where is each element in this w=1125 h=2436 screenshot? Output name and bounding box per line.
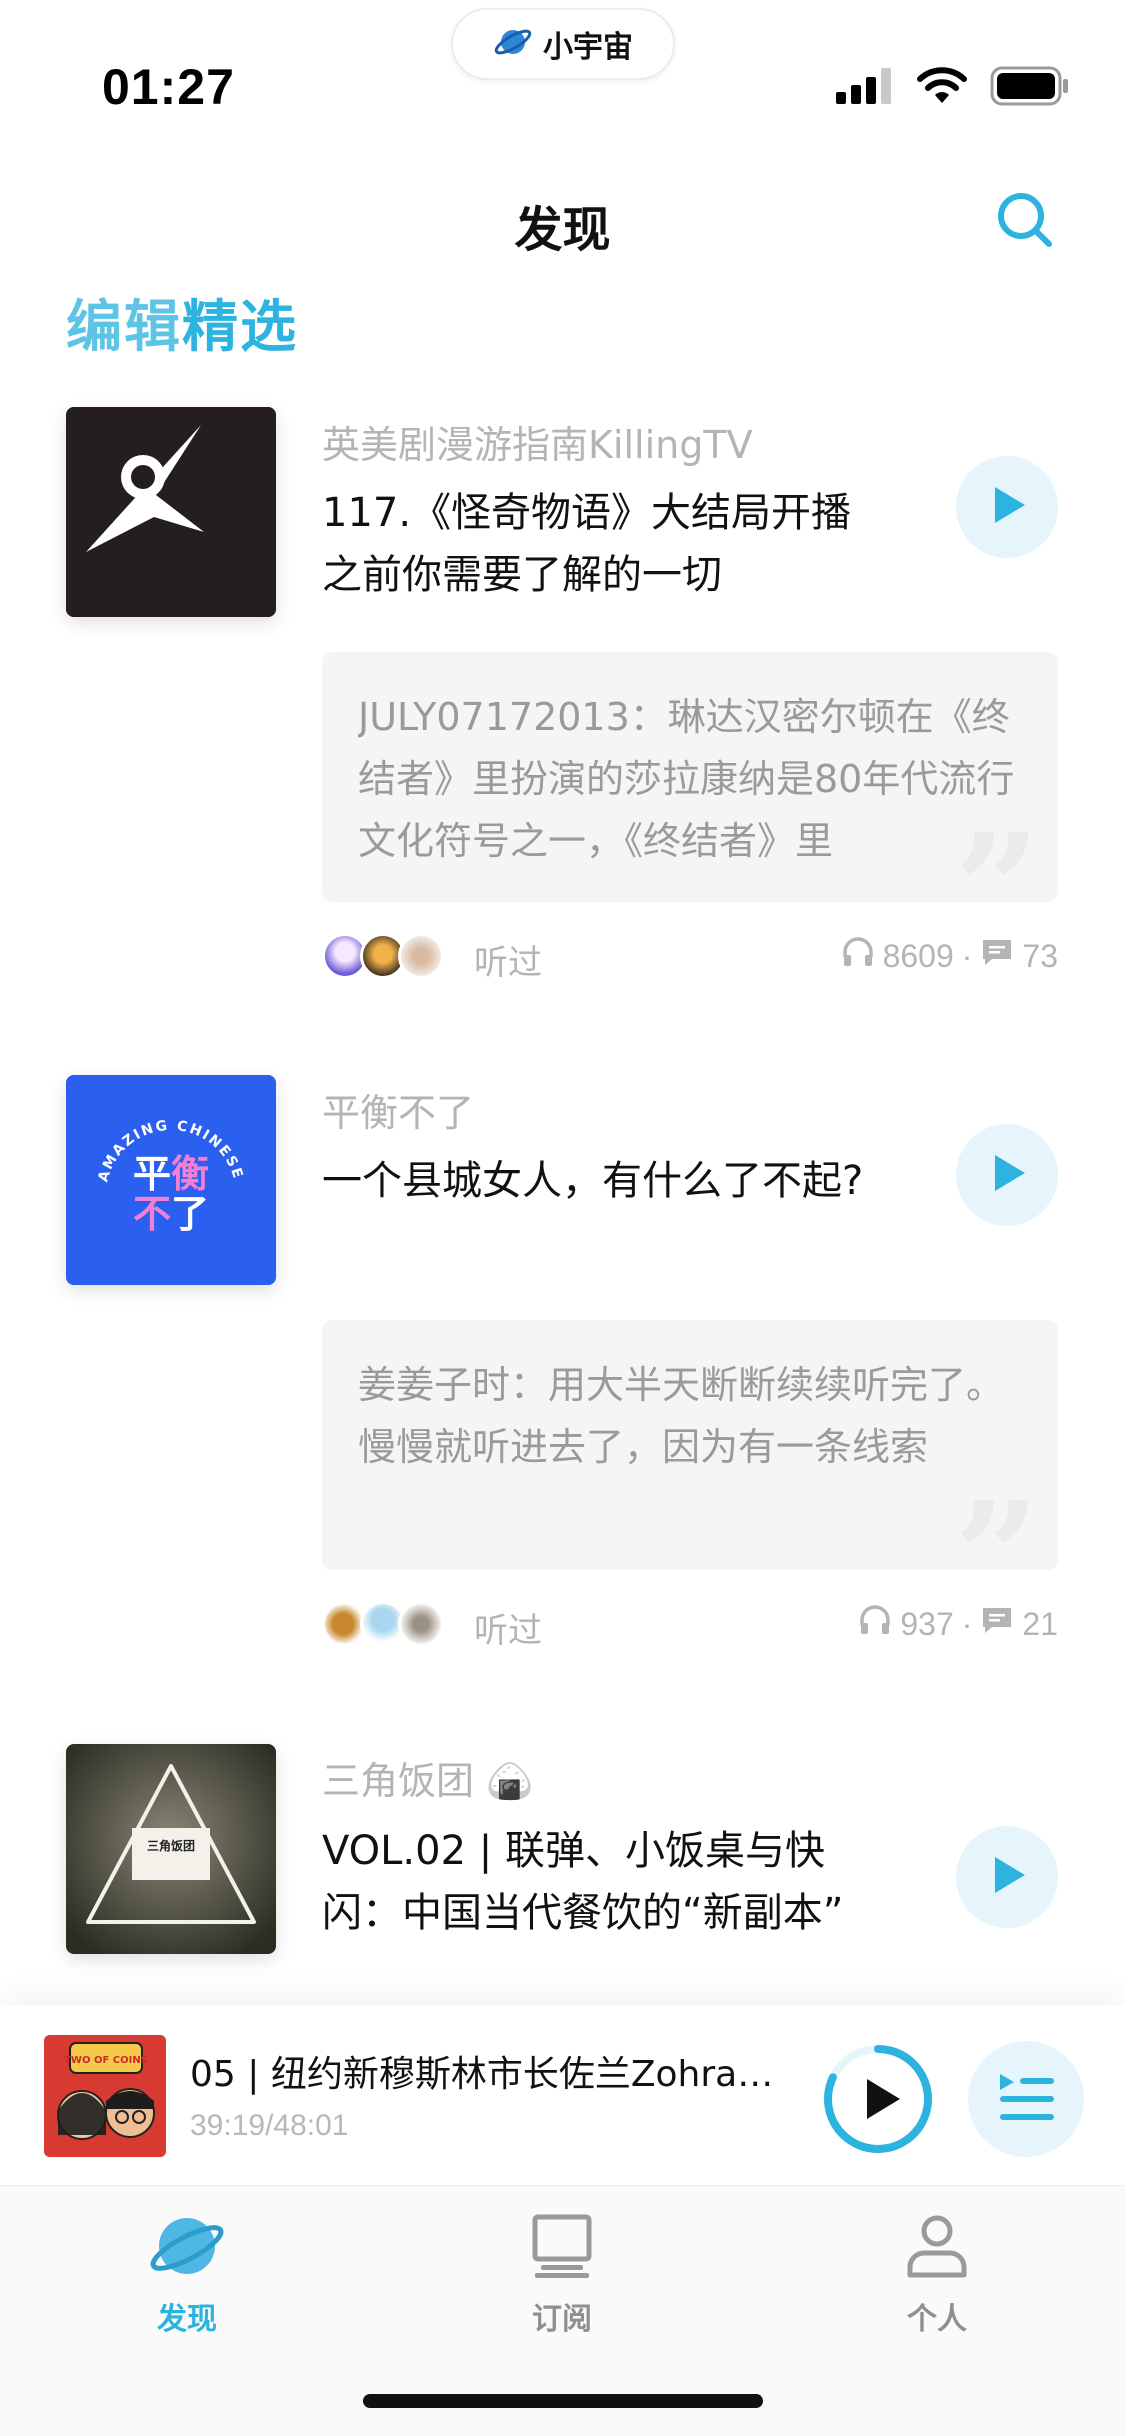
onigiri-emoji: 🍙 [486, 1759, 534, 1803]
play-icon [985, 1853, 1029, 1901]
comment-icon [980, 1603, 1014, 1645]
tab-subscriptions[interactable]: 订阅 [462, 2206, 662, 2338]
avatar [398, 1601, 444, 1647]
headphones-icon [858, 1603, 892, 1645]
monitor-icon [522, 2206, 602, 2286]
status-icons [836, 66, 1070, 110]
app-pill-label: 小宇宙 [543, 30, 633, 65]
section-title: 编辑精选 [66, 282, 298, 363]
podcast-name[interactable]: 三角饭团 🍙 [322, 1750, 533, 1805]
meta-row: 听过 937 · 21 [322, 1601, 1058, 1651]
now-playing-time: 39:19/48:01 [190, 2109, 349, 2142]
svg-text:不了: 不了 [133, 1192, 209, 1236]
comment-text: 姜姜子时：用大半天断断续续听完了。 慢慢就听进去了，因为有一条线索 [358, 1363, 1005, 1469]
play-button[interactable] [956, 1124, 1058, 1226]
episode-title[interactable]: VOL.02 | 联弹、小饭桌与快闪：中国当代餐饮的“新副本” [322, 1820, 882, 1944]
search-icon [995, 193, 1055, 254]
comment-quote[interactable]: JULY07172013：琳达汉密尔顿在《终结者》里扮演的莎拉康纳是80年代流行… [322, 652, 1058, 902]
tab-discover[interactable]: 发现 [87, 2206, 287, 2338]
podcast-name[interactable]: 英美剧漫游指南KillingTV [322, 414, 753, 469]
planet-icon [147, 2206, 227, 2286]
status-time: 01:27 [102, 59, 235, 115]
listen-count: 937 [900, 1605, 954, 1642]
quote-mark-icon: ” [954, 814, 1040, 884]
play-icon [985, 1151, 1029, 1199]
heard-label: 听过 [474, 943, 542, 983]
status-bar: 01:27 小宇宙 [0, 0, 1125, 150]
playlist-button[interactable] [968, 2041, 1084, 2157]
play-button[interactable] [956, 1826, 1058, 1928]
search-button[interactable] [995, 190, 1055, 250]
play-button[interactable] [956, 456, 1058, 558]
app-pill[interactable]: 小宇宙 [451, 8, 675, 80]
podcast-cover[interactable]: 三角饭团 [66, 1744, 276, 1954]
section-title-part2: 精选 [182, 295, 298, 360]
battery-icon [990, 66, 1070, 110]
person-icon [897, 2206, 977, 2286]
tab-label: 发现 [157, 2302, 217, 2337]
progress-ring [824, 2045, 932, 2153]
avatar [398, 933, 444, 979]
stats-separator: · [961, 1605, 973, 1642]
section-title-part1: 编辑 [66, 295, 182, 360]
mini-cover-text: TWO OF COINS [64, 2055, 148, 2066]
episode-stats: 937 · 21 [858, 1603, 1058, 1645]
stats-separator: · [961, 937, 973, 974]
home-indicator [363, 2394, 763, 2408]
mini-player[interactable]: TWO OF COINS 05 | 纽约新穆斯林市长佐兰Zohran Mamda… [0, 2005, 1125, 2185]
episode-stats: 8609 · 73 [841, 935, 1058, 977]
cover-text: 三角饭团 [147, 1838, 195, 1853]
cellular-signal-icon [836, 68, 894, 108]
listener-avatars [322, 1601, 444, 1647]
wifi-icon [916, 67, 968, 109]
comment-count: 21 [1022, 1605, 1058, 1642]
tab-label: 订阅 [532, 2302, 592, 2337]
now-playing-title[interactable]: 05 | 纽约新穆斯林市长佐兰Zohran Mamdani [190, 2045, 790, 2097]
planet-logo-icon [493, 22, 533, 66]
listener-avatars [322, 933, 444, 979]
podcast-name-text: 三角饭团 [322, 1759, 475, 1803]
playlist-icon [996, 2070, 1056, 2128]
meta-row: 听过 8609 · 73 [322, 933, 1058, 983]
podcast-name[interactable]: 平衡不了 [322, 1082, 474, 1137]
listen-count: 8609 [882, 937, 954, 974]
play-icon [985, 483, 1029, 531]
episode-title[interactable]: 一个县城女人，有什么了不起? [322, 1150, 882, 1212]
tab-label: 个人 [907, 2302, 967, 2337]
tab-profile[interactable]: 个人 [837, 2206, 1037, 2338]
comment-text: JULY07172013：琳达汉密尔顿在《终结者》里扮演的莎拉康纳是80年代流行… [358, 695, 1015, 863]
podcast-cover[interactable]: AMAZING CHINESE WOMEN 平衡 不了 [66, 1075, 276, 1285]
podcast-cover[interactable] [66, 407, 276, 617]
heard-label: 听过 [474, 1611, 542, 1651]
mini-play-button[interactable] [820, 2041, 936, 2157]
page-title: 发现 [514, 202, 611, 258]
comment-count: 73 [1022, 937, 1058, 974]
headphones-icon [841, 935, 875, 977]
comment-quote[interactable]: 姜姜子时：用大半天断断续续听完了。 慢慢就听进去了，因为有一条线索 ” [322, 1320, 1058, 1570]
play-icon [867, 2079, 900, 2119]
quote-mark-icon: ” [954, 1482, 1040, 1552]
svg-text:平衡: 平衡 [133, 1152, 209, 1196]
episode-title[interactable]: 117.《怪奇物语》大结局开播之前你需要了解的一切 [322, 482, 882, 606]
mini-player-cover[interactable]: TWO OF COINS [44, 2035, 166, 2157]
comment-icon [980, 935, 1014, 977]
